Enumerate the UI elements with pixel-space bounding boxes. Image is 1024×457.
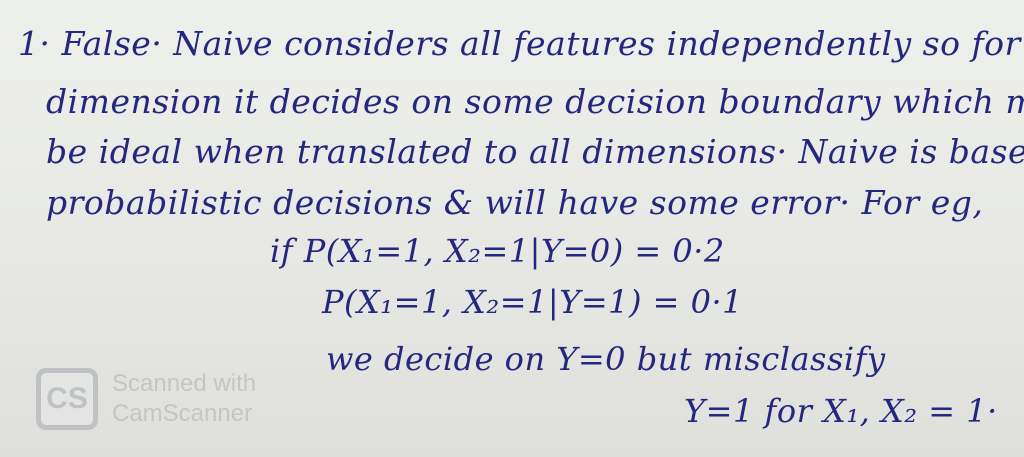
watermark-text: Scanned with CamScanner xyxy=(112,369,256,429)
scanned-page: 1· False· Naive considers all features i… xyxy=(0,0,1024,457)
text-line-1: 1· False· Naive considers all features i… xyxy=(18,24,1024,63)
equation-line-1: if P(X₁=1, X₂=1|Y=0) = 0·2 xyxy=(270,232,725,270)
conclusion-line-1: we decide on Y=0 but misclassify xyxy=(326,340,886,378)
conclusion-line-2: Y=1 for X₁, X₂ = 1· xyxy=(684,392,998,430)
equation-line-2: P(X₁=1, X₂=1|Y=1) = 0·1 xyxy=(322,283,744,321)
camscanner-logo-icon: CS xyxy=(36,368,98,430)
camscanner-watermark: CS Scanned with CamScanner xyxy=(36,368,256,430)
watermark-line-1: Scanned with xyxy=(112,370,257,397)
text-line-3: be ideal when translated to all dimensio… xyxy=(46,132,1024,171)
text-line-4: probabilistic decisions & will have some… xyxy=(46,183,984,222)
text-line-2: dimension it decides on some decision bo… xyxy=(46,82,1024,121)
watermark-line-2: CamScanner xyxy=(112,400,253,427)
